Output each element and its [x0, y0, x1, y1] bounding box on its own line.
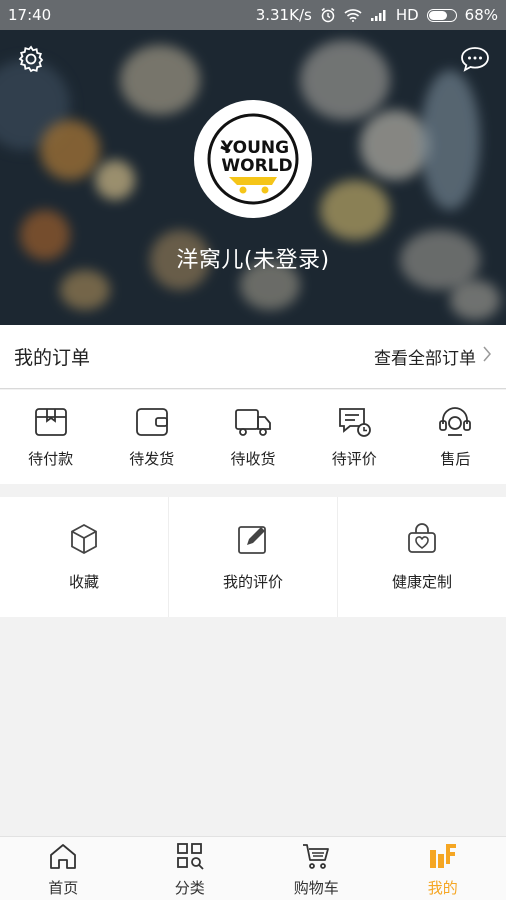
- cube-icon: [69, 523, 99, 559]
- order-status-pending-review[interactable]: 待评价: [304, 390, 405, 484]
- order-status-pending-shipment[interactable]: 待发货: [101, 390, 202, 484]
- order-status-label: 待评价: [331, 450, 377, 468]
- tab-label: 分类: [174, 879, 205, 897]
- feature-label: 收藏: [68, 573, 99, 591]
- wifi-icon: [344, 8, 362, 22]
- chevron-right-icon: [482, 345, 492, 368]
- tab-category[interactable]: 分类: [127, 837, 254, 900]
- health-custom-button[interactable]: 健康定制: [338, 497, 506, 617]
- chat-bubble-icon: [459, 45, 491, 77]
- tab-label: 首页: [48, 879, 79, 897]
- settings-button[interactable]: [14, 44, 48, 78]
- bottom-tab-bar: 首页 分类 购物车 我的: [0, 836, 506, 900]
- headset-icon: [437, 406, 473, 442]
- feature-label: 我的评价: [222, 573, 283, 591]
- order-status-after-sales[interactable]: 售后: [405, 390, 506, 484]
- tab-label: 购物车: [293, 879, 339, 897]
- signal-icon: [370, 8, 388, 22]
- view-all-orders-label: 查看全部订单: [374, 349, 476, 369]
- battery-icon: [426, 8, 457, 22]
- order-status-label: 待付款: [28, 450, 74, 468]
- status-right: 3.31K/s HD 68%: [256, 6, 498, 24]
- gear-icon: [16, 44, 46, 78]
- order-status-label: 售后: [440, 450, 471, 468]
- review-icon: [336, 406, 372, 442]
- avatar[interactable]: YOUNG WORLD: [194, 100, 312, 218]
- favorites-button[interactable]: 收藏: [0, 497, 169, 617]
- my-reviews-button[interactable]: 我的评价: [169, 497, 338, 617]
- wallet-box-icon: [33, 406, 69, 442]
- wallet-icon: [134, 406, 170, 442]
- orders-title: 我的订单: [14, 347, 91, 369]
- tab-cart[interactable]: 购物车: [253, 837, 380, 900]
- heart-bag-icon: [406, 523, 438, 559]
- order-status-row: 待付款 待发货 待收货 待评价 售后: [0, 390, 506, 484]
- tab-label: 我的: [427, 879, 458, 897]
- tab-home[interactable]: 首页: [0, 837, 127, 900]
- status-time: 17:40: [8, 6, 52, 24]
- alarm-icon: [320, 7, 336, 23]
- message-button[interactable]: [458, 46, 492, 76]
- home-icon: [48, 842, 78, 874]
- profile-header: YOUNG WORLD 洋窝儿(未登录): [0, 30, 506, 325]
- tab-profile[interactable]: 我的: [380, 837, 506, 900]
- my-orders-header: 我的订单 查看全部订单: [0, 325, 506, 389]
- battery-percent: 68%: [464, 6, 498, 24]
- order-status-label: 待收货: [230, 450, 276, 468]
- username-login-link[interactable]: 洋窝儿(未登录): [0, 242, 506, 274]
- young-world-logo: YOUNG WORLD: [207, 113, 299, 205]
- profile-icon: [428, 842, 458, 874]
- view-all-orders-link[interactable]: 查看全部订单: [374, 344, 492, 369]
- svg-text:YOUNG: YOUNG: [220, 138, 289, 158]
- status-bar: 17:40 3.31K/s HD 68%: [0, 0, 506, 30]
- order-status-pending-receipt[interactable]: 待收货: [202, 390, 303, 484]
- network-type: HD: [395, 6, 419, 24]
- order-status-pending-payment[interactable]: 待付款: [0, 390, 101, 484]
- truck-icon: [234, 406, 272, 442]
- cart-icon: [301, 842, 331, 874]
- svg-text:WORLD: WORLD: [221, 156, 292, 176]
- feature-label: 健康定制: [391, 573, 452, 591]
- edit-icon: [237, 523, 269, 559]
- feature-grid: 收藏 我的评价 健康定制: [0, 497, 506, 617]
- network-speed: 3.31K/s: [255, 6, 312, 24]
- order-status-label: 待发货: [129, 450, 175, 468]
- category-icon: [175, 842, 205, 874]
